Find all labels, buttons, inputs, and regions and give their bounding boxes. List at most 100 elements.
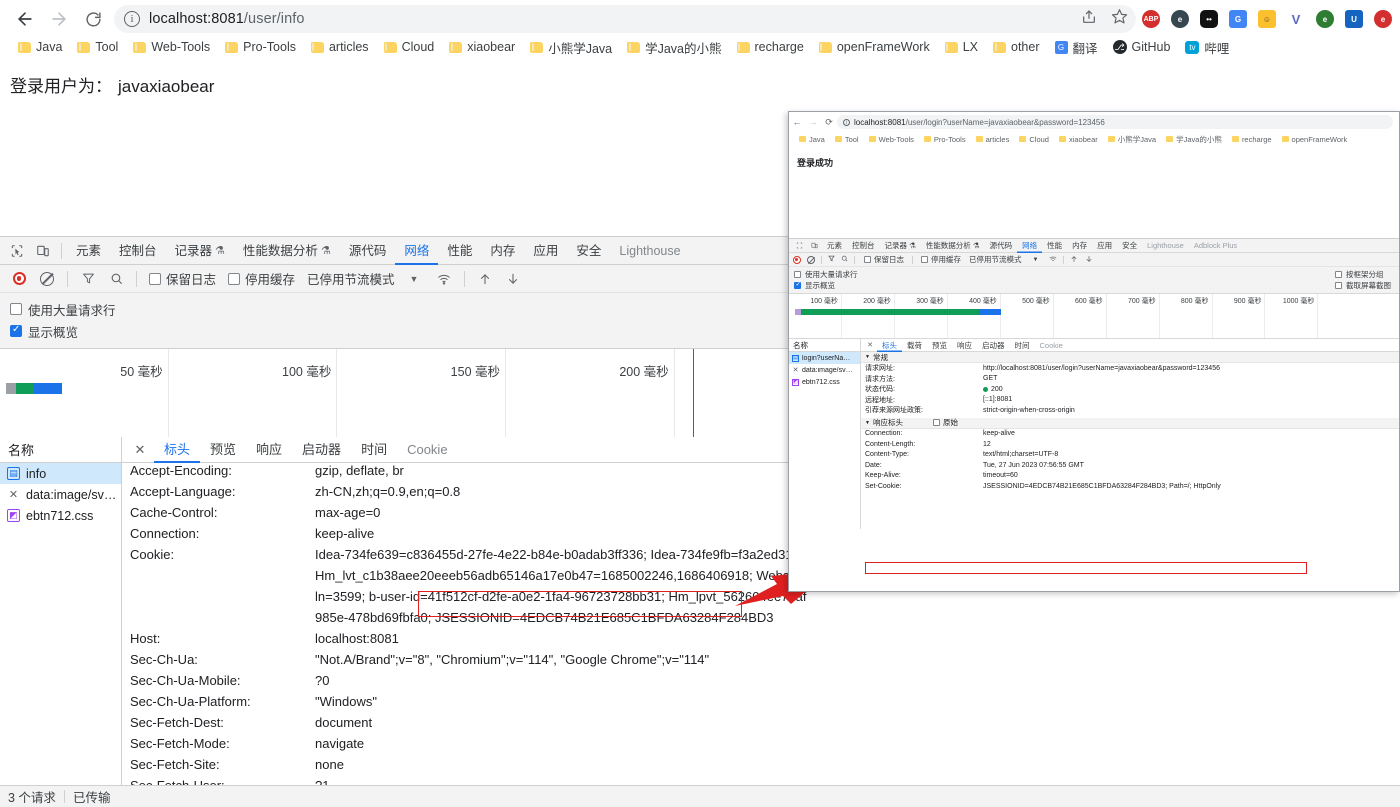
detail-tab-3[interactable]: 启动器 <box>292 437 351 463</box>
import-har-icon[interactable] <box>472 267 498 291</box>
filter-icon[interactable] <box>75 267 101 291</box>
devtools-tab-6[interactable]: 性能 <box>438 237 481 265</box>
devtools-tab-8[interactable]: 应用 <box>524 237 567 265</box>
device-toolbar-icon[interactable] <box>30 239 56 263</box>
devtools-tab-3[interactable]: 性能数据分析 ⚗ <box>234 237 340 265</box>
inset-collapse-triangle-icon[interactable]: ▼ <box>865 420 870 426</box>
inset-disable-cache-toggle[interactable]: 停用缓存 <box>918 254 964 265</box>
inset-export-har-icon[interactable] <box>1085 255 1093 265</box>
inset-bookmark-item[interactable]: 学Java的小熊 <box>1162 134 1226 145</box>
export-har-icon[interactable] <box>500 267 526 291</box>
inset-devtools-tab-11[interactable]: Adblock Plus <box>1189 239 1242 253</box>
bookmark-item[interactable]: Tool <box>71 39 124 55</box>
site-info-icon[interactable]: i <box>124 11 140 27</box>
detail-tab-1[interactable]: 预览 <box>200 437 246 463</box>
preserve-log-toggle[interactable]: 保留日志 <box>144 269 221 288</box>
inset-detail-tab-5[interactable]: 时间 <box>1010 339 1035 352</box>
bookmark-item[interactable]: 小熊学Java <box>524 37 618 58</box>
inset-big-rows-checkbox[interactable] <box>794 271 801 278</box>
detail-tab-4[interactable]: 时间 <box>351 437 397 463</box>
devtools-tab-2[interactable]: 记录器 ⚗ <box>166 237 234 265</box>
reload-icon[interactable] <box>76 2 110 36</box>
bookmark-item[interactable]: Web-Tools <box>127 39 216 55</box>
close-icon[interactable]: ✕ <box>128 437 152 463</box>
inset-request-row[interactable]: ◩ ebtn712.css <box>789 376 860 388</box>
inset-bookmark-item[interactable]: Java <box>795 135 829 144</box>
inset-detail-tab-3[interactable]: 响应 <box>952 339 977 352</box>
inset-general-section-header[interactable]: ▼ 常规 <box>861 352 1399 363</box>
inset-response-section-header[interactable]: ▼ 响应标头 原始 <box>861 417 1399 429</box>
eye-extension-icon[interactable]: •• <box>1200 10 1218 28</box>
devtools-tab-10[interactable]: Lighthouse <box>610 237 689 265</box>
inset-collapse-triangle-icon[interactable]: ▼ <box>865 354 870 360</box>
inset-request-row[interactable]: ▤ login?userNa… <box>789 352 860 364</box>
search-icon[interactable] <box>103 267 129 291</box>
inset-bookmark-item[interactable]: openFrameWork <box>1278 135 1352 144</box>
inset-detail-tab-4[interactable]: 启动器 <box>977 339 1010 352</box>
inset-site-info-icon[interactable]: i <box>843 118 850 126</box>
inset-detail-tab-0[interactable]: 标头 <box>877 339 902 352</box>
inset-browser-window[interactable]: ← → ⟳ i localhost:8081/user/login?userNa… <box>788 111 1400 592</box>
inset-devtools-tab-7[interactable]: 内存 <box>1067 239 1092 253</box>
inset-close-icon[interactable]: ✕ <box>864 339 876 352</box>
devtools-tab-9[interactable]: 安全 <box>567 237 610 265</box>
inset-devtools-tab-0[interactable]: 元素 <box>822 239 847 253</box>
devtools-tab-0[interactable]: 元素 <box>67 237 110 265</box>
bookmark-item[interactable]: other <box>987 39 1046 55</box>
inset-filter-icon[interactable] <box>828 255 835 264</box>
inset-bookmark-item[interactable]: Cloud <box>1015 135 1053 144</box>
bookmark-item[interactable]: openFrameWork <box>813 39 936 55</box>
bookmark-item[interactable]: recharge <box>731 39 810 55</box>
disable-cache-toggle[interactable]: 停用缓存 <box>223 269 300 288</box>
record-icon[interactable] <box>6 267 32 291</box>
bookmark-item[interactable]: xiaobear <box>443 39 521 55</box>
inspect-element-icon[interactable] <box>4 239 30 263</box>
bookmark-star-icon[interactable] <box>1111 8 1128 30</box>
request-row[interactable]: ✕ data:image/sv… <box>0 484 121 505</box>
bookmark-item[interactable]: Cloud <box>378 39 441 55</box>
inset-group-by-frame-checkbox[interactable] <box>1335 271 1342 278</box>
inset-devtools-tab-3[interactable]: 性能数据分析 ⚗ <box>921 239 985 253</box>
request-row[interactable]: ▤ info <box>0 463 121 484</box>
inset-reload-icon[interactable]: ⟳ <box>821 113 837 131</box>
inset-device-toolbar-icon[interactable] <box>807 239 821 252</box>
inset-import-har-icon[interactable] <box>1070 255 1078 265</box>
throttling-select[interactable]: 已停用节流模式 ▼ <box>302 269 423 288</box>
adblock-plus-extension-icon[interactable]: ABP <box>1142 10 1160 28</box>
bookmark-item[interactable]: LX <box>939 39 984 55</box>
network-conditions-icon[interactable] <box>431 267 457 291</box>
detail-tab-0[interactable]: 标头 <box>154 437 200 463</box>
devtools-tab-5[interactable]: 网络 <box>395 237 438 265</box>
inset-devtools-tab-8[interactable]: 应用 <box>1092 239 1117 253</box>
inset-clear-icon[interactable] <box>807 255 815 264</box>
inset-detail-tab-2[interactable]: 预览 <box>927 339 952 352</box>
detail-tab-5[interactable]: Cookie <box>397 437 457 463</box>
ie-tab-extension-icon[interactable]: e <box>1316 10 1334 28</box>
bookmark-item[interactable]: articles <box>305 39 375 55</box>
inset-inspect-element-icon[interactable] <box>792 239 806 252</box>
detail-tab-2[interactable]: 响应 <box>246 437 292 463</box>
bookmark-item[interactable]: tv 哔哩 <box>1179 37 1235 58</box>
inset-bookmark-item[interactable]: Web-Tools <box>865 135 918 144</box>
forward-icon[interactable] <box>42 2 76 36</box>
inset-show-overview-checkbox[interactable] <box>794 281 801 289</box>
inset-devtools-tab-4[interactable]: 源代码 <box>985 239 1018 253</box>
inset-network-overview[interactable]: 100 毫秒 200 毫秒 300 毫秒 400 毫秒 500 毫秒 600 毫秒 700 … <box>789 294 1399 339</box>
show-overview-checkbox[interactable] <box>10 324 22 337</box>
inset-bookmark-item[interactable]: 小熊学Java <box>1104 134 1160 145</box>
shield-extension-icon[interactable]: U <box>1345 10 1363 28</box>
inset-group-by-frame-toggle[interactable]: 按框架分组 <box>1335 269 1391 280</box>
inset-devtools-tab-5[interactable]: 网络 <box>1017 239 1042 253</box>
inset-devtools-tab-9[interactable]: 安全 <box>1117 239 1142 253</box>
inset-bookmark-item[interactable]: xiaobear <box>1055 135 1102 144</box>
inset-big-rows-toggle[interactable]: 使用大量请求行 <box>794 269 1399 280</box>
idm-extension-icon[interactable]: e <box>1374 10 1392 28</box>
disable-cache-checkbox[interactable] <box>228 272 241 285</box>
preserve-log-checkbox[interactable] <box>149 272 161 285</box>
inset-capture-screenshots-toggle[interactable]: 截取屏幕截图 <box>1335 280 1391 291</box>
inset-throttling-select[interactable]: 已停用节流模式 ▼ <box>966 254 1041 265</box>
address-bar[interactable]: i localhost:8081/user/info <box>114 5 1136 33</box>
request-row[interactable]: ◩ ebtn712.css <box>0 505 121 526</box>
inset-devtools-tab-6[interactable]: 性能 <box>1042 239 1067 253</box>
inset-bookmark-item[interactable]: Pro-Tools <box>920 135 970 144</box>
